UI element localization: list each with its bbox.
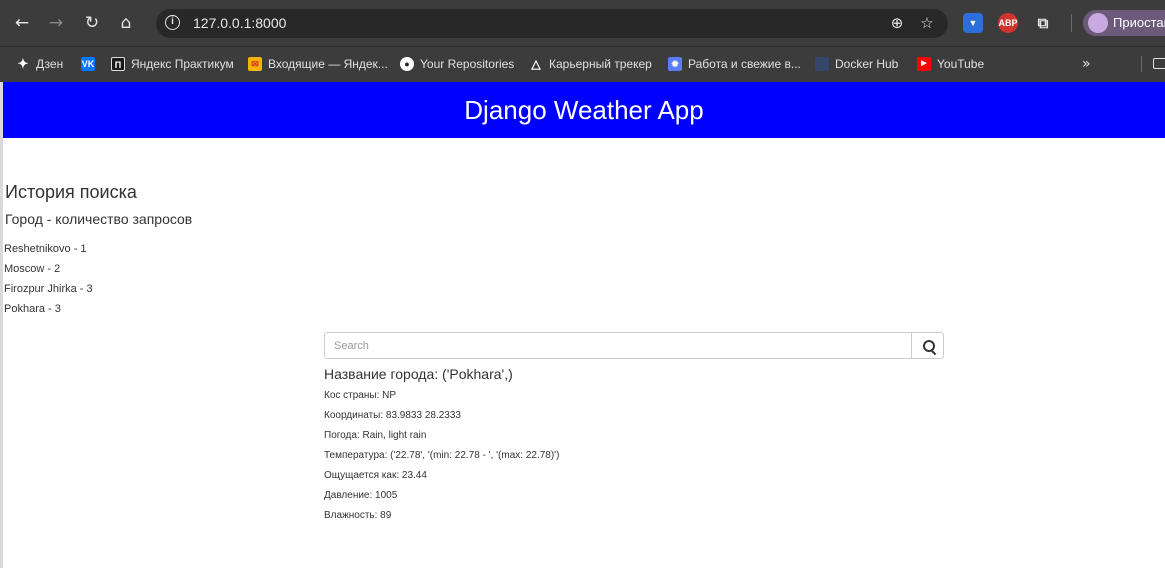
bookmark-dzen[interactable]: ✦ Дзен (16, 47, 64, 81)
url-text[interactable]: 127.0.0.1:8000 (193, 9, 286, 38)
avatar (1088, 13, 1108, 33)
history-item: Reshetnikovo - 1 (4, 243, 87, 255)
search-input[interactable] (324, 332, 912, 359)
history-title: История поиска (5, 182, 137, 202)
reload-icon[interactable]: ↻ (80, 11, 104, 35)
dzen-icon: ✦ (17, 55, 29, 71)
extensions-puzzle-icon[interactable]: ⧉ (1033, 13, 1053, 33)
bookmark-label: Дзен (36, 57, 64, 71)
temperature: Температура: ('22.78', '(min: 22.78 - ',… (324, 450, 560, 461)
github-icon: ● (400, 56, 414, 71)
shield-extension-icon[interactable]: ▼ (963, 13, 983, 33)
toolbar-separator (1071, 14, 1072, 32)
profile-label: Приостан (1113, 15, 1165, 30)
bookmarks-separator (1141, 56, 1142, 72)
history-item: Firozpur Jhirka - 3 (4, 283, 93, 295)
browser-toolbar: ← → ↻ ⌂ i 127.0.0.1:8000 ⊕ ☆ ▼ ABP ⧉ При… (0, 0, 1165, 46)
address-bar[interactable]: i 127.0.0.1:8000 ⊕ ☆ (156, 9, 948, 38)
page-viewport: Django Weather App История поиска Город … (0, 82, 1165, 568)
bookmark-label: Карьерный трекер (549, 57, 652, 71)
bookmark-label: Your Repositories (420, 57, 515, 71)
bookmark-docker-hub[interactable]: Docker Hub (815, 47, 898, 81)
search-button[interactable] (911, 332, 944, 359)
bookmark-vk[interactable]: VK (81, 47, 101, 81)
bookmark-career-tracker[interactable]: △ Карьерный трекер (529, 47, 652, 81)
site-info-icon[interactable]: i (165, 15, 180, 30)
back-arrow-icon[interactable]: ← (10, 11, 34, 35)
triangle-icon: △ (531, 56, 541, 71)
weather-description: Погода: Rain, light rain (324, 430, 427, 441)
home-icon[interactable]: ⌂ (114, 11, 138, 35)
coordinates: Координаты: 83.9833 28.2333 (324, 410, 461, 421)
forward-arrow-icon[interactable]: → (44, 11, 68, 35)
app-header: Django Weather App (3, 82, 1165, 138)
zoom-icon[interactable]: ⊕ (886, 12, 908, 34)
yandex-mail-icon: ✉ (248, 56, 262, 71)
history-item: Moscow - 2 (4, 263, 61, 275)
city-title: Название города: ('Pokhara',) (324, 366, 513, 382)
search-form (324, 332, 944, 359)
bookmark-label: Яндекс Практикум (131, 57, 234, 71)
bookmark-praktikum[interactable]: П Яндекс Практикум (111, 47, 234, 81)
bookmark-work[interactable]: ✹ Работа и свежие в... (668, 47, 801, 81)
pressure: Давление: 1005 (324, 490, 398, 501)
praktikum-icon: П (111, 56, 125, 71)
bookmark-yandex-mail[interactable]: ✉ Входящие — Яндек... (248, 47, 388, 81)
bookmark-github[interactable]: ● Your Repositories (400, 47, 514, 81)
bookmark-label: Docker Hub (835, 57, 899, 71)
history-subtitle: Город - количество запросов (5, 211, 193, 227)
app-title: Django Weather App (464, 95, 704, 125)
youtube-icon: ▶ (917, 56, 931, 71)
feels-like: Ощущается как: 23.44 (324, 470, 427, 481)
bookmark-youtube[interactable]: ▶ YouTube (917, 47, 984, 81)
folder-icon[interactable] (1153, 58, 1165, 69)
bookmark-label: Работа и свежие в... (688, 57, 801, 71)
bookmark-label: Входящие — Яндек... (268, 57, 388, 71)
bookmark-label: YouTube (937, 57, 985, 71)
country-code: Кос страны: NP (324, 390, 397, 401)
profile-button[interactable]: Приостан (1083, 10, 1165, 36)
bookmarks-bar: ✦ Дзен VK П Яндекс Практикум ✉ Входящие — Я… (0, 46, 1165, 82)
bookmark-star-icon[interactable]: ☆ (916, 12, 938, 34)
work-icon: ✹ (668, 56, 682, 71)
vk-icon: VK (81, 56, 95, 71)
bookmarks-overflow-icon[interactable]: » (1082, 47, 1091, 81)
history-item: Pokhara - 3 (4, 303, 61, 315)
humidity: Влажность: 89 (324, 510, 392, 521)
adblock-extension-icon[interactable]: ABP (998, 13, 1018, 33)
docker-icon (815, 56, 829, 71)
